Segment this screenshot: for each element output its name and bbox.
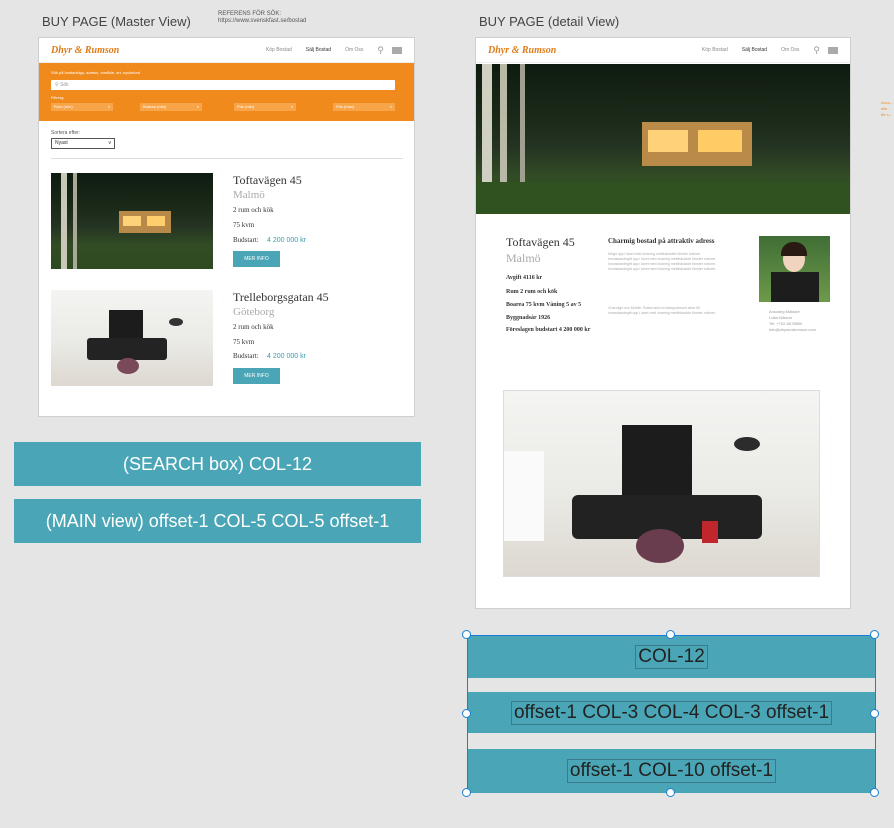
listing-area: 75 kvm <box>233 221 255 229</box>
site-header: Dhyr & Rumson Köp Bostad Sälj Bostad Om … <box>476 38 850 63</box>
sort-label: Sortera efter: <box>51 130 81 136</box>
listing-bid-value: 4 200 000 kr <box>267 237 306 244</box>
property-street: Toftavägen 45 <box>506 235 575 249</box>
filter-area-dropdown[interactable]: Boarea (min) v <box>140 103 202 111</box>
mail-icon[interactable] <box>828 46 838 54</box>
divider <box>51 158 403 159</box>
reference-label: REFERENS FÖR SÖK: <box>218 11 282 17</box>
search-icon[interactable]: ⚲ <box>813 45 820 56</box>
fact-build-year: Byggnadsår 1926 <box>506 315 551 321</box>
chevron-down-icon: v <box>108 104 110 109</box>
listing-bid-label: Budstart: <box>233 352 259 360</box>
chevron-down-icon: v <box>390 104 392 109</box>
search-box-column-annotation: (SEARCH box) COL-12 <box>14 442 421 486</box>
nav-item-about[interactable]: Om Oss <box>345 47 363 53</box>
nav-item-sell[interactable]: Sälj Bostad <box>306 47 331 53</box>
listing-image-forest-house[interactable] <box>51 173 213 269</box>
main-nav: Köp Bostad Sälj Bostad Om Oss <box>702 47 800 53</box>
listing-rooms: 2 rum och kök <box>233 323 274 331</box>
filter-price-max-dropdown[interactable]: Pris (max) v <box>333 103 395 111</box>
search-icon[interactable]: ⚲ <box>377 45 384 56</box>
listing-area: 75 kvm <box>233 338 255 346</box>
search-input[interactable]: ⚲ Sök <box>51 80 395 90</box>
listing-image-living-room[interactable] <box>51 290 213 386</box>
gallery-image-living-room <box>503 390 820 577</box>
hero-image-forest-house <box>476 64 850 214</box>
description-paragraph: Mögd upp i lavet med charmig mekthäradde… <box>608 252 716 271</box>
description-title: Charmig bostad på attraktiv adress <box>608 237 715 245</box>
listing-street[interactable]: Toftavägen 45 <box>233 173 302 188</box>
master-view-title: BUY PAGE (Master View) <box>42 14 191 29</box>
fact-fee: Avgift 4116 kr <box>506 275 543 281</box>
fact-rooms: Rum 2 rum och kök <box>506 289 558 295</box>
more-info-button[interactable]: MER INFO <box>233 251 280 267</box>
filter-price-min-dropdown[interactable]: Pris (min) v <box>234 103 296 111</box>
more-info-button[interactable]: MER INFO <box>233 368 280 384</box>
mail-icon[interactable] <box>392 46 402 54</box>
detail-row1-annotation: COL-12 <box>468 636 875 678</box>
listing-city: Malmö <box>233 189 265 201</box>
main-nav: Köp Bostad Sälj Bostad Om Oss <box>266 47 364 53</box>
agent-email[interactable]: info@dhyrandrumson.com <box>769 327 816 333</box>
nav-item-buy[interactable]: Köp Bostad <box>702 47 728 53</box>
chevron-down-icon: v <box>291 104 293 109</box>
resize-handle-left[interactable] <box>462 709 471 718</box>
chevron-down-icon: v <box>197 104 199 109</box>
reference-url[interactable]: https://www.svenskfast.se/bostad <box>218 18 306 25</box>
resize-handle-bottom-right[interactable] <box>870 788 879 797</box>
listing-street[interactable]: Trelleborgsgatan 45 <box>233 290 329 305</box>
fact-area-floor: Boarea 75 kvm Våning 5 av 5 <box>506 302 582 308</box>
detail-view-title: BUY PAGE (detail View) <box>479 14 620 29</box>
filter-rooms-dropdown[interactable]: Rum (min) v <box>51 103 113 111</box>
resize-handle-bottom[interactable] <box>666 788 675 797</box>
site-header: Dhyr & Rumson Köp Bostad Sälj Bostad Om … <box>39 38 414 63</box>
listing-bid-label: Budstart: <box>233 236 259 244</box>
listing-bid-value: 4 200 000 kr <box>267 353 306 360</box>
logo[interactable]: Dhyr & Rumson <box>488 45 556 56</box>
side-note: Acco... elle... för s... <box>881 100 894 117</box>
chevron-down-icon: v <box>108 140 112 146</box>
fact-start-bid: Föreslagen budstart 4 200 000 kr <box>506 327 591 333</box>
master-view-frame: Dhyr & Rumson Köp Bostad Sälj Bostad Om … <box>38 37 415 417</box>
detail-row2-annotation: offset-1 COL-3 COL-4 COL-3 offset-1 <box>468 692 875 733</box>
nav-item-sell[interactable]: Sälj Bostad <box>742 47 767 53</box>
main-view-column-annotation: (MAIN view) offset-1 COL-5 COL-5 offset-… <box>14 499 421 543</box>
search-panel: Sök på bostadstyp, adress, område, ort, … <box>39 63 414 121</box>
nav-item-buy[interactable]: Köp Bostad <box>266 47 292 53</box>
resize-handle-top-left[interactable] <box>462 630 471 639</box>
agent-contact: Ansvarig Mäklare Lotta Nilsson Tel: +702… <box>769 309 816 333</box>
filter-label: Filtrerg <box>51 95 64 100</box>
listing-city: Göteborg <box>233 306 275 318</box>
search-hint: Sök på bostadstyp, adress, område, ort, … <box>51 70 141 75</box>
logo[interactable]: Dhyr & Rumson <box>51 45 119 56</box>
listing-rooms: 2 rum och kök <box>233 206 274 214</box>
detail-view-frame: Dhyr & Rumson Köp Bostad Sälj Bostad Om … <box>475 37 851 609</box>
sort-dropdown[interactable]: Nyast v <box>51 138 115 149</box>
detail-row3-annotation: offset-1 COL-10 offset-1 <box>468 749 875 793</box>
resize-handle-bottom-left[interactable] <box>462 788 471 797</box>
agent-photo <box>759 236 830 302</box>
property-city: Malmö <box>506 251 541 265</box>
description-paragraph: Charmige och Moelle. Ruttorradd ud uttar… <box>608 306 716 315</box>
nav-item-about[interactable]: Om Oss <box>781 47 799 53</box>
resize-handle-right[interactable] <box>870 709 879 718</box>
resize-handle-top[interactable] <box>666 630 675 639</box>
search-placeholder: Sök <box>60 82 69 88</box>
resize-handle-top-right[interactable] <box>870 630 879 639</box>
